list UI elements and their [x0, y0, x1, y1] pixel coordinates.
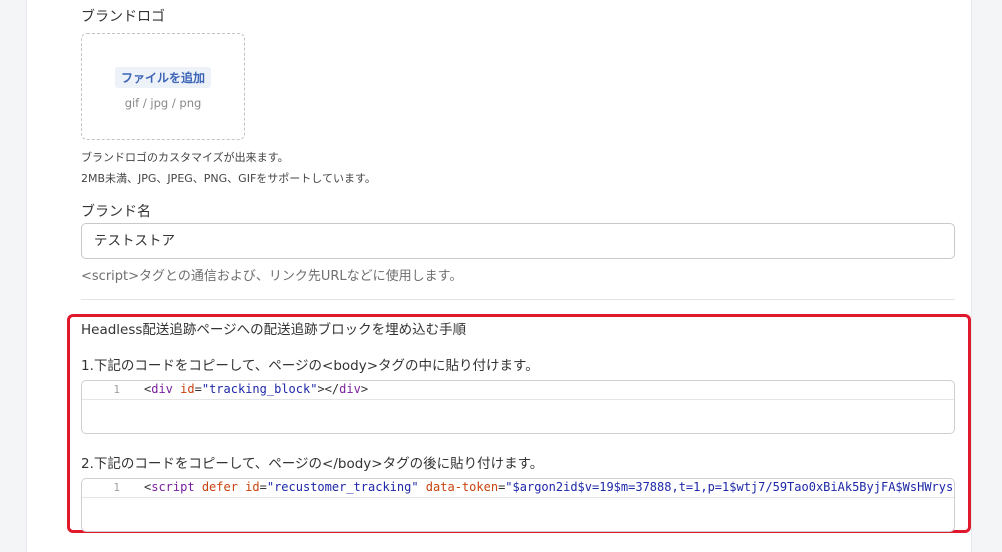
logo-help-line-1: ブランドロゴのカスタマイズが出来ます。: [81, 151, 289, 164]
add-file-button[interactable]: ファイルを追加: [114, 67, 211, 88]
file-types-text: gif / jpg / png: [124, 96, 202, 110]
code-line: 1 <script defer id="recustomer_tracking"…: [82, 479, 954, 498]
step-2-text: 2.下記のコードをコピーして、ページの</body>タグの後に貼り付けます。: [81, 456, 544, 472]
logo-upload-dropzone[interactable]: ファイルを追加 gif / jpg / png: [81, 33, 245, 140]
code-line: 1 <div id="tracking_block"></div>: [82, 381, 954, 400]
logo-help-line-2: 2MB未満、JPG、JPEG、PNG、GIFをサポートしています。: [81, 172, 376, 185]
line-number: 1: [113, 383, 120, 396]
line-number: 1: [113, 481, 120, 494]
code-block-tracking-div[interactable]: 1 <div id="tracking_block"></div>: [81, 380, 955, 434]
code-text[interactable]: <div id="tracking_block"></div>: [144, 382, 368, 396]
step-1-text: 1.下記のコードをコピーして、ページの<body>タグの中に貼り付けます。: [81, 358, 539, 374]
code-text[interactable]: <script defer id="recustomer_tracking" d…: [144, 480, 953, 494]
section-divider: [81, 299, 955, 300]
brand-name-hint: <script>タグとの通信および、リンク先URLなどに使用します。: [81, 269, 463, 284]
brand-logo-label: ブランドロゴ: [81, 9, 165, 25]
headless-section-title: Headless配送追跡ページへの配送追跡ブロックを埋め込む手順: [81, 322, 467, 338]
brand-name-input[interactable]: テストストア: [81, 223, 955, 259]
code-block-tracking-script[interactable]: 1 <script defer id="recustomer_tracking"…: [81, 478, 955, 532]
brand-name-label: ブランド名: [81, 204, 151, 220]
